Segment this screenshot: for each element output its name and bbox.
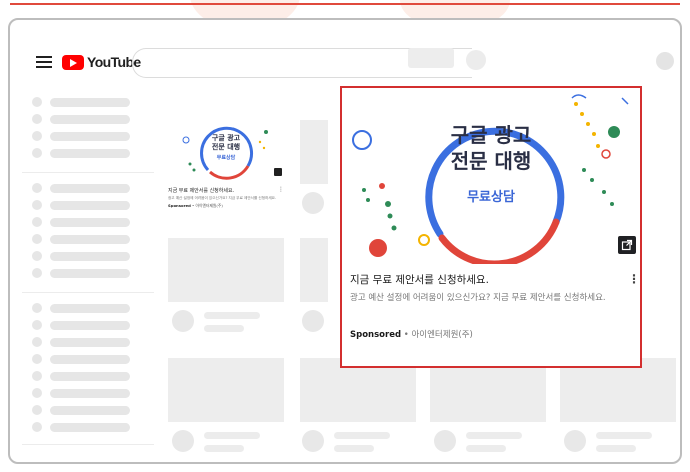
- video-meta-placeholder: [466, 445, 506, 452]
- sponsored-label-small: Sponsored: [168, 203, 191, 208]
- sidebar-item[interactable]: [32, 251, 132, 261]
- ad-sponsored-small: Sponsored • 아이엔터제원(주): [168, 203, 284, 209]
- sidebar-item[interactable]: [32, 268, 132, 278]
- video-title-placeholder: [466, 432, 522, 439]
- ad-headline: 구글 광고 전문 대행: [342, 122, 640, 174]
- video-meta-placeholder: [204, 325, 244, 332]
- video-meta-placeholder: [204, 445, 244, 452]
- top-divider: [10, 3, 680, 5]
- sidebar-item[interactable]: [32, 97, 132, 107]
- ad-description-small: 광고 예산 설정에 어려움이 있으신가요? 지금 무료 제안서를 신청하세요.: [168, 196, 277, 200]
- youtube-logo[interactable]: YouTube: [62, 54, 141, 70]
- sidebar-item[interactable]: [32, 234, 132, 244]
- ad-card-highlight[interactable]: 구글 광고 전문 대행 무료상담 지금 무료 제안서를 신청하세요. ⋮ 광고 …: [340, 86, 642, 368]
- video-title-placeholder: [204, 432, 260, 439]
- menu-icon[interactable]: [36, 56, 52, 68]
- sidebar-item[interactable]: [32, 217, 132, 227]
- channel-avatar-placeholder: [172, 310, 194, 332]
- more-vert-icon[interactable]: ⋮: [628, 272, 640, 286]
- sidebar-item[interactable]: [32, 371, 132, 381]
- sidebar-item[interactable]: [32, 183, 132, 193]
- video-title-placeholder: [334, 432, 390, 439]
- ad-headline-small-line2: 전문 대행: [211, 143, 241, 151]
- external-link-icon[interactable]: [274, 168, 282, 176]
- video-meta-placeholder: [334, 445, 374, 452]
- ad-sponsored-line: Sponsored • 아이엔터제원(주): [350, 328, 473, 340]
- channel-avatar-placeholder: [302, 192, 324, 214]
- channel-avatar-placeholder: [302, 310, 324, 332]
- sidebar-item[interactable]: [32, 114, 132, 124]
- ad-cta-small: 무료상담: [216, 155, 236, 161]
- channel-avatar-placeholder: [302, 430, 324, 452]
- youtube-window: YouTube 구글 광고 전문 대행 무료상담 지금 무료 제안서를 신청하세…: [8, 18, 682, 464]
- avatar[interactable]: [656, 52, 674, 70]
- sidebar-item[interactable]: [32, 388, 132, 398]
- video-thumbnail-placeholder[interactable]: [300, 120, 328, 184]
- sidebar-item[interactable]: [32, 320, 132, 330]
- ad-headline-line1: 구글 광고: [450, 123, 532, 147]
- ad-cta-label: 무료상담: [467, 190, 515, 205]
- ad-title[interactable]: 지금 무료 제안서를 신청하세요.: [350, 272, 620, 287]
- sidebar-item[interactable]: [32, 354, 132, 364]
- sidebar-item[interactable]: [32, 422, 132, 432]
- advertiser-name[interactable]: 아이엔터제원(주): [411, 330, 472, 340]
- ad-headline-line2: 전문 대행: [450, 149, 532, 173]
- video-thumbnail-placeholder[interactable]: [300, 238, 328, 302]
- sidebar-divider: [22, 444, 154, 445]
- sidebar-item[interactable]: [32, 337, 132, 347]
- ad-title-small[interactable]: 지금 무료 제안서를 신청하세요.: [168, 187, 284, 194]
- video-thumbnail-placeholder[interactable]: [168, 238, 284, 302]
- separator: •: [401, 330, 412, 340]
- search-button[interactable]: [408, 48, 454, 68]
- more-vert-icon[interactable]: ⋮: [278, 186, 284, 193]
- play-icon: [62, 54, 84, 70]
- video-title-placeholder: [204, 312, 260, 319]
- ad-card-preview[interactable]: 구글 광고 전문 대행 무료상담 지금 무료 제안서를 신청하세요. 광고 예산…: [168, 120, 284, 209]
- channel-avatar-placeholder: [564, 430, 586, 452]
- channel-avatar-placeholder: [434, 430, 456, 452]
- sidebar-item[interactable]: [32, 405, 132, 415]
- ad-thumbnail[interactable]: 구글 광고 전문 대행 무료상담: [342, 88, 640, 264]
- ad-thumbnail-small[interactable]: 구글 광고 전문 대행 무료상담: [168, 120, 284, 184]
- ad-graphic-small: [182, 126, 268, 180]
- external-link-icon[interactable]: [618, 236, 636, 254]
- ad-description: 광고 예산 설정에 어려움이 있으신가요? 지금 무료 제안서를 신청하세요.: [350, 293, 606, 303]
- sponsored-label: Sponsored: [350, 330, 402, 340]
- sidebar-divider: [22, 292, 154, 293]
- video-thumbnail-placeholder[interactable]: [168, 358, 284, 422]
- sidebar-item[interactable]: [32, 148, 132, 158]
- sidebar-item[interactable]: [32, 303, 132, 313]
- ad-headline-small-line1: 구글 광고: [211, 134, 241, 142]
- channel-avatar-placeholder: [172, 430, 194, 452]
- advertiser-name-small: 아이엔터제원(주): [195, 203, 223, 208]
- voice-search-button[interactable]: [466, 50, 486, 70]
- sidebar-divider: [22, 172, 154, 173]
- sidebar-item[interactable]: [32, 131, 132, 141]
- video-meta-placeholder: [596, 445, 636, 452]
- ad-graphic: [352, 94, 629, 264]
- sidebar-item[interactable]: [32, 200, 132, 210]
- video-title-placeholder: [596, 432, 652, 439]
